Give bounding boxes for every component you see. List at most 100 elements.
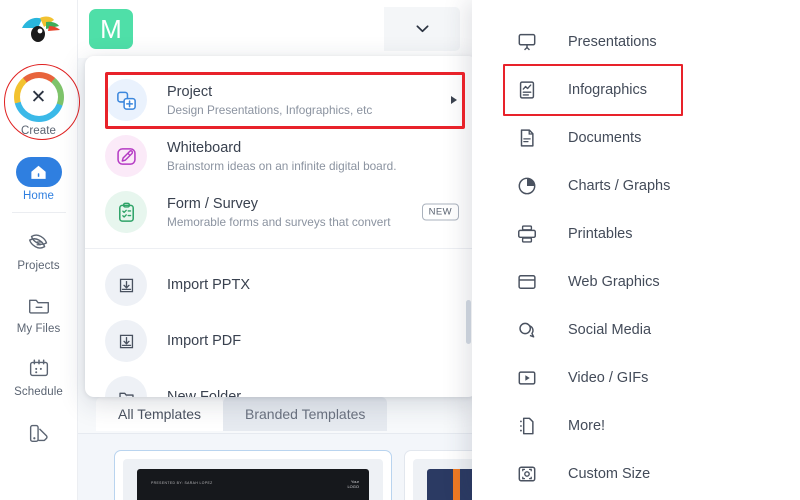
menu-item-title: Form / Survey: [167, 195, 259, 212]
sidebar-item-label: Create: [20, 125, 57, 137]
home-pill: [15, 157, 62, 187]
video-play-icon: [518, 371, 536, 385]
menu-item-form-survey-text: Form / Survey Memorable forms and survey…: [167, 195, 391, 230]
template-logo-placeholder: Your LOGO: [347, 479, 359, 489]
menu-divider: [85, 248, 477, 249]
video-play-icon-wrap: [514, 365, 540, 391]
thumbnail-accent-stripe: [453, 469, 460, 500]
submenu-item-custom-size[interactable]: Custom Size: [472, 450, 800, 498]
browser-window-icon-wrap: [514, 269, 540, 295]
chevron-down-icon: [416, 25, 428, 33]
app-logo[interactable]: [16, 10, 62, 48]
tab-all-templates[interactable]: All Templates: [96, 397, 224, 431]
template-tabs: All Templates Branded Templates: [96, 397, 388, 431]
printer-icon-wrap: [514, 221, 540, 247]
sidebar-item-label: Schedule: [14, 386, 63, 398]
menu-item-whiteboard[interactable]: Whiteboard Brainstorm ideas on an infini…: [85, 128, 477, 184]
menu-item-project-text: Project Design Presentations, Infographi…: [167, 83, 372, 118]
import-download-icon: [119, 278, 133, 292]
submenu-item-label: More!: [568, 418, 606, 434]
infographic-doc-icon-wrap: [514, 77, 540, 103]
menu-item-title: Import PPTX: [167, 276, 250, 293]
project-submenu-panel: Presentations Infographics Documents Cha…: [472, 0, 800, 500]
brand-swatch-icon: [29, 424, 48, 443]
pie-chart-icon: [518, 177, 536, 195]
submenu-item-more[interactable]: More!: [472, 402, 800, 450]
menu-item-whiteboard-text: Whiteboard Brainstorm ideas on an infini…: [167, 139, 397, 174]
create-button[interactable]: ✕: [3, 64, 80, 140]
sidebar-item-projects[interactable]: Projects: [0, 221, 78, 276]
workspace-avatar[interactable]: M: [89, 9, 133, 49]
tab-branded-templates-label: Branded Templates: [245, 406, 366, 422]
more-page-icon-wrap: [514, 413, 540, 439]
sidebar-item-home[interactable]: Home: [0, 151, 78, 206]
infographic-doc-icon: [519, 81, 535, 99]
workspace-initial: M: [100, 14, 122, 44]
app-root: All Templates Branded Templates PRESENTE…: [0, 0, 800, 500]
custom-size-icon: [518, 466, 536, 482]
menu-item-import-pptx[interactable]: Import PPTX: [85, 257, 477, 313]
template-card[interactable]: PRESENTED BY: SARAH LOPEZ Your LOGO: [114, 450, 392, 500]
import-download-icon: [119, 334, 133, 348]
custom-size-icon-wrap: [514, 461, 540, 487]
project-copy-plus-icon: [116, 91, 136, 110]
submenu-item-label: Web Graphics: [568, 274, 660, 290]
create-ring-graphic: ✕: [13, 72, 64, 122]
submenu-item-label: Documents: [568, 130, 642, 146]
page-scrollbar-thumb[interactable]: [466, 300, 471, 344]
submenu-item-charts-graphs[interactable]: Charts / Graphs: [472, 162, 800, 210]
submenu-item-label: Infographics: [568, 82, 647, 98]
submenu-item-label: Presentations: [568, 34, 657, 50]
clipboard-checklist-icon-wrap: [105, 191, 147, 233]
submenu-item-video-gifs[interactable]: Video / GIFs: [472, 354, 800, 402]
submenu-item-label: Charts / Graphs: [568, 178, 671, 194]
presentation-board-icon-wrap: [514, 29, 540, 55]
submenu-arrow-icon: [451, 96, 457, 104]
menu-item-form-survey[interactable]: Form / Survey Memorable forms and survey…: [85, 184, 477, 240]
submenu-item-label: Video / GIFs: [568, 370, 649, 386]
submenu-item-printables[interactable]: Printables: [472, 210, 800, 258]
project-copy-plus-icon-wrap: [105, 79, 147, 121]
tab-branded-templates[interactable]: Branded Templates: [223, 397, 388, 431]
calendar-icon: [29, 359, 48, 377]
sidebar-item-label: My Files: [16, 323, 61, 335]
document-page-icon-wrap: [514, 125, 540, 151]
template-presenter-text: PRESENTED BY: SARAH LOPEZ: [151, 481, 213, 485]
submenu-item-social-media[interactable]: Social Media: [472, 306, 800, 354]
visme-eye-logo-icon: [21, 16, 60, 42]
submenu-item-web-graphics[interactable]: Web Graphics: [472, 258, 800, 306]
brand-swatch-icon-wrap: [24, 418, 54, 448]
whiteboard-brush-icon: [116, 147, 136, 165]
submenu-item-label: Printables: [568, 226, 633, 242]
sidebar-item-brand[interactable]: [0, 412, 78, 455]
workspace-switcher[interactable]: [144, 7, 460, 51]
sidebar-item-schedule[interactable]: Schedule: [0, 347, 78, 402]
menu-item-import-pptx-text: Import PPTX: [167, 276, 250, 294]
menu-item-subtitle: Brainstorm ideas on an infinite digital …: [167, 158, 397, 173]
menu-item-import-pdf-text: Import PDF: [167, 332, 241, 350]
sidebar-item-create[interactable]: ✕ Create: [0, 52, 80, 141]
workspace-dropdown-button[interactable]: [384, 7, 460, 51]
pie-chart-icon-wrap: [514, 173, 540, 199]
menu-item-subtitle: Memorable forms and surveys that convert: [167, 214, 391, 229]
menu-item-project[interactable]: Project Design Presentations, Infographi…: [85, 72, 477, 128]
submenu-item-infographics[interactable]: Infographics: [472, 66, 800, 114]
template-card-frame: PRESENTED BY: SARAH LOPEZ Your LOGO: [123, 459, 383, 500]
menu-item-new-folder[interactable]: New Folder: [85, 369, 477, 397]
menu-item-title: Whiteboard: [167, 139, 242, 156]
submenu-item-documents[interactable]: Documents: [472, 114, 800, 162]
create-dropdown-menu: Project Design Presentations, Infographi…: [85, 56, 477, 397]
projects-cards-icon-wrap: [24, 227, 54, 257]
menu-item-title: Project: [167, 83, 213, 100]
submenu-item-presentations[interactable]: Presentations: [472, 18, 800, 66]
sidebar-item-my-files[interactable]: My Files: [0, 284, 78, 339]
sidebar-item-label: Home: [22, 190, 55, 202]
menu-item-import-pdf[interactable]: Import PDF: [85, 313, 477, 369]
folder-plus-icon: [118, 392, 134, 397]
sidebar-item-label: Projects: [17, 260, 60, 272]
tab-all-templates-label: All Templates: [118, 406, 202, 422]
folder-plus-icon-wrap: [105, 376, 147, 397]
left-sidebar: ✕ Create Home Projects My Files Schedule: [0, 0, 80, 500]
menu-item-title: Import PDF: [167, 332, 242, 349]
whiteboard-brush-icon-wrap: [105, 135, 147, 177]
